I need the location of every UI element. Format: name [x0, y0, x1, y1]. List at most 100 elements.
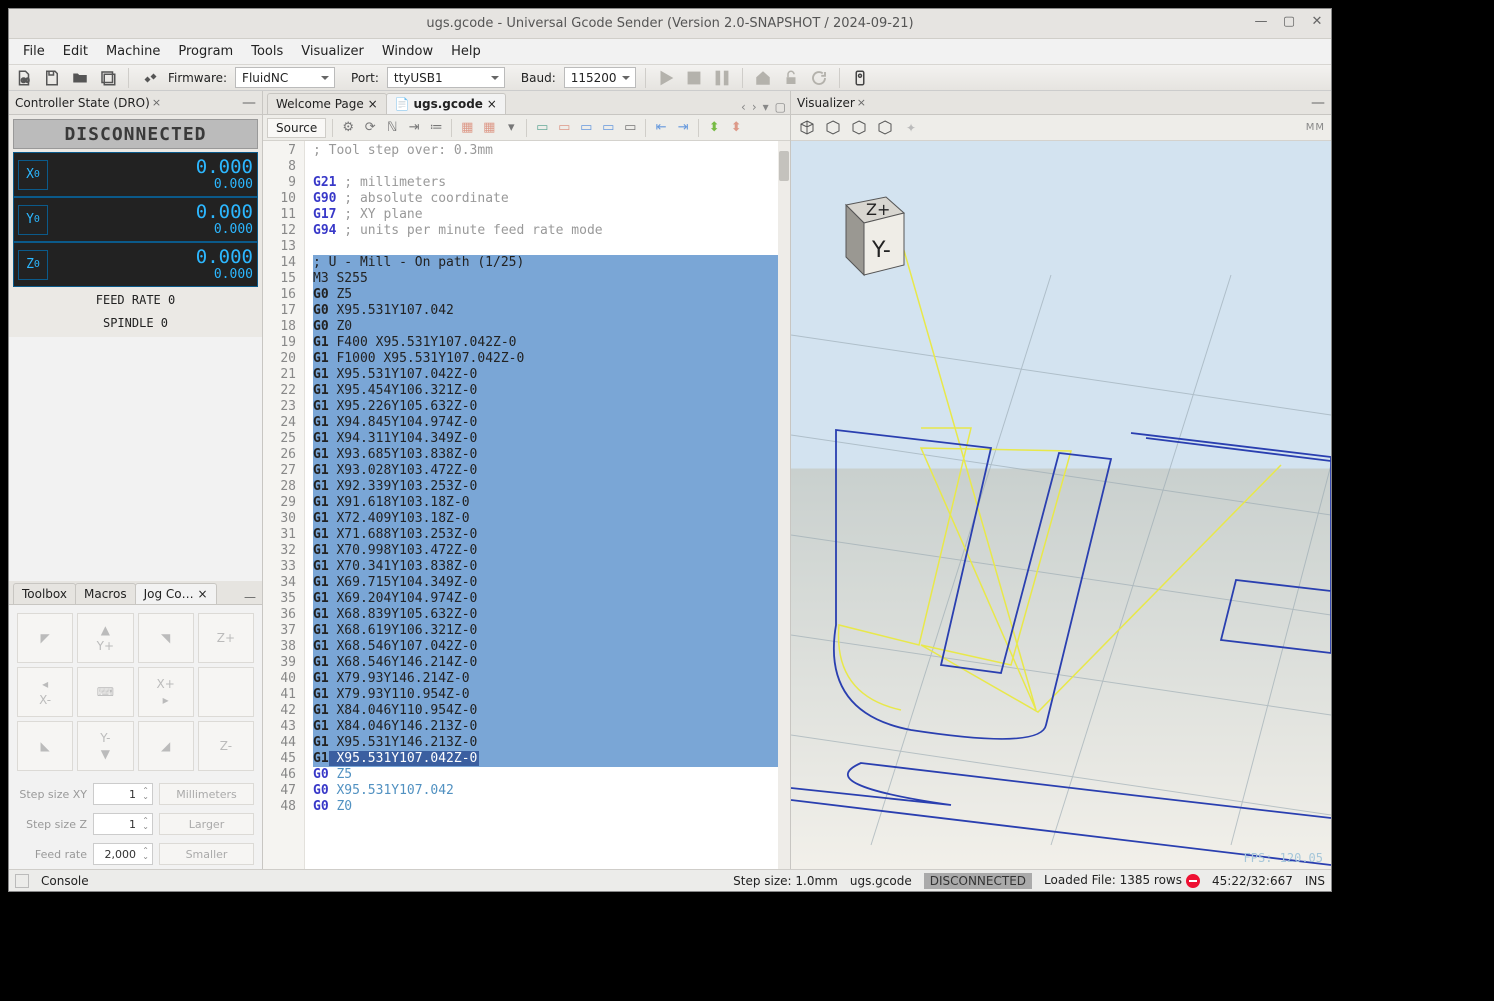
view-top-icon[interactable] [823, 118, 843, 138]
connect-icon[interactable] [138, 67, 160, 89]
ed-tool-8[interactable]: ▾ [502, 119, 520, 137]
menu-visualizer[interactable]: Visualizer [301, 44, 364, 59]
home-icon[interactable] [752, 67, 774, 89]
jog-diag-ne[interactable]: ◥ [138, 613, 194, 663]
unlock-icon[interactable] [780, 67, 802, 89]
save-icon[interactable] [41, 67, 63, 89]
status-insert-mode: INS [1305, 874, 1325, 888]
tab-welcome[interactable]: Welcome Page × [267, 93, 387, 114]
port-combo[interactable]: ttyUSB1 [387, 67, 505, 88]
jog-diag-nw[interactable]: ◤ [17, 613, 73, 663]
menu-help[interactable]: Help [451, 44, 481, 59]
jog-z-minus[interactable]: Z- [198, 721, 254, 771]
ed-tool-4[interactable]: ⇥ [405, 119, 423, 137]
jog-x-minus[interactable]: ◂ X- [17, 667, 73, 717]
source-button[interactable]: Source [267, 118, 326, 138]
tab-macros[interactable]: Macros [75, 583, 136, 604]
console-label[interactable]: Console [41, 874, 89, 888]
step-xy-input[interactable]: 1 [93, 783, 153, 805]
tab-jog-close[interactable]: × [197, 587, 207, 601]
jog-controls: Step size XY 1 Millimeters Step size Z 1… [9, 779, 262, 869]
firmware-combo[interactable]: FluidNC [235, 67, 335, 88]
scroll-thumb[interactable] [779, 151, 789, 181]
ed-tool-9[interactable]: ▭ [533, 119, 551, 137]
tab-maximize-icon[interactable]: ▢ [775, 100, 786, 114]
code-area[interactable]: ; Tool step over: 0.3mmG21 ; millimeters… [305, 141, 790, 869]
step-z-input[interactable]: 1 [93, 813, 153, 835]
tab-gcode-file[interactable]: 📄 ugs.gcode × [386, 93, 506, 114]
tab-scroll-left-icon[interactable]: ‹ [741, 100, 746, 114]
ed-tool-1[interactable]: ⚙ [339, 119, 357, 137]
port-label: Port: [351, 71, 379, 85]
feedrate-input[interactable]: 2,000 [93, 843, 153, 865]
dro-axis-x[interactable]: X00.0000.000 [13, 152, 258, 197]
tab-toolbox[interactable]: Toolbox [13, 583, 76, 604]
dro-axis-y[interactable]: Y00.0000.000 [13, 197, 258, 242]
ed-tool-17[interactable]: ⬍ [727, 119, 745, 137]
menu-tools[interactable]: Tools [251, 44, 283, 59]
ed-tool-7[interactable]: ▦ [480, 119, 498, 137]
close-button[interactable]: ✕ [1309, 13, 1325, 29]
ed-tool-14[interactable]: ⇤ [652, 119, 670, 137]
ed-tool-13[interactable]: ▭ [621, 119, 639, 137]
ed-tool-5[interactable]: ≔ [427, 119, 445, 137]
view-side-icon[interactable] [875, 118, 895, 138]
open-folder-icon[interactable] [69, 67, 91, 89]
jog-center[interactable]: ⌨ [77, 667, 133, 717]
ed-tool-3[interactable]: ℕ [383, 119, 401, 137]
reset-icon[interactable] [808, 67, 830, 89]
ed-tool-12[interactable]: ▭ [599, 119, 617, 137]
code-editor[interactable]: 7 8 9 10 11 12 13 14 15 16 17 18 19 20 2… [263, 141, 790, 869]
stop-icon[interactable] [683, 67, 705, 89]
console-expand-icon[interactable] [15, 874, 29, 888]
ed-tool-6[interactable]: ▦ [458, 119, 476, 137]
menu-window[interactable]: Window [382, 44, 433, 59]
dro-axis-z[interactable]: Z00.0000.000 [13, 242, 258, 287]
pendant-icon[interactable] [849, 67, 871, 89]
dro-tab-close[interactable]: × [152, 96, 161, 109]
ed-tool-15[interactable]: ⇥ [674, 119, 692, 137]
visualizer-minimize[interactable]: — [1311, 95, 1325, 111]
editor-toolbar: Source ⚙ ⟳ ℕ ⇥ ≔ ▦ ▦ ▾ ▭ ▭ ▭ ▭ ▭ ⇤ ⇥ [263, 115, 790, 141]
view-reset-icon[interactable]: ✦ [901, 118, 921, 138]
baud-label: Baud: [521, 71, 556, 85]
app-window: ugs.gcode - Universal Gcode Sender (Vers… [8, 8, 1332, 892]
ed-tool-2[interactable]: ⟳ [361, 119, 379, 137]
jog-diag-se[interactable]: ◢ [138, 721, 194, 771]
baud-combo[interactable]: 115200 [564, 67, 636, 88]
play-icon[interactable] [655, 67, 677, 89]
jog-diag-sw[interactable]: ◣ [17, 721, 73, 771]
units-button[interactable]: Millimeters [159, 783, 254, 805]
menu-program[interactable]: Program [178, 44, 233, 59]
maximize-button[interactable]: ▢ [1281, 13, 1297, 29]
tab-dropdown-icon[interactable]: ▾ [763, 100, 769, 114]
pause-icon[interactable] [711, 67, 733, 89]
status-loaded: Loaded File: 1385 rows [1044, 873, 1200, 888]
jog-y-minus[interactable]: Y-▼ [77, 721, 133, 771]
menu-machine[interactable]: Machine [106, 44, 160, 59]
view-iso-icon[interactable] [797, 118, 817, 138]
bottom-left-minimize[interactable]: — [244, 590, 256, 604]
jog-z-plus[interactable]: Z+ [198, 613, 254, 663]
status-cursor-pos: 45:22/32:667 [1212, 874, 1293, 888]
ed-tool-10[interactable]: ▭ [555, 119, 573, 137]
ed-tool-11[interactable]: ▭ [577, 119, 595, 137]
minimize-button[interactable]: — [1253, 13, 1269, 29]
ed-tool-16[interactable]: ⬍ [705, 119, 723, 137]
larger-button[interactable]: Larger [159, 813, 254, 835]
stop-loaded-icon[interactable] [1186, 874, 1200, 888]
save-all-icon[interactable] [97, 67, 119, 89]
visualizer-canvas[interactable]: Z+ Y- FPS: 120.05 [791, 141, 1331, 869]
view-front-icon[interactable] [849, 118, 869, 138]
menu-edit[interactable]: Edit [63, 44, 88, 59]
tab-jog[interactable]: Jog Co… × [135, 583, 217, 604]
new-file-icon[interactable]: G0 [13, 67, 35, 89]
smaller-button[interactable]: Smaller [159, 843, 254, 865]
dro-minimize-icon[interactable]: — [242, 95, 256, 111]
tab-scroll-right-icon[interactable]: › [752, 100, 757, 114]
jog-y-plus[interactable]: ▲Y+ [77, 613, 133, 663]
editor-scrollbar[interactable] [778, 141, 790, 869]
visualizer-close[interactable]: × [857, 96, 866, 109]
jog-x-plus[interactable]: X+ ▸ [138, 667, 194, 717]
menu-file[interactable]: File [23, 44, 45, 59]
